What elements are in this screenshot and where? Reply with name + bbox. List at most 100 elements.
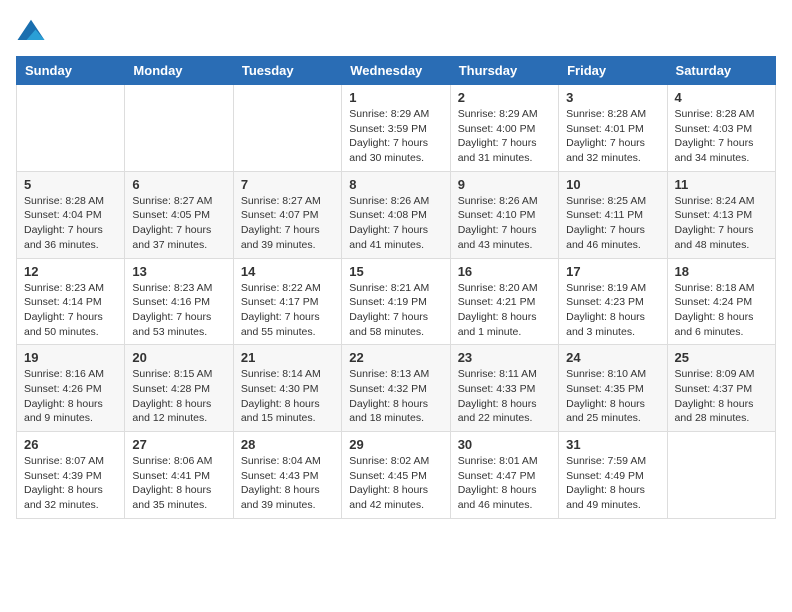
day-info-line: Daylight: 8 hours: [458, 310, 551, 325]
calendar-cell: 13Sunrise: 8:23 AMSunset: 4:16 PMDayligh…: [125, 258, 233, 345]
calendar-cell: 24Sunrise: 8:10 AMSunset: 4:35 PMDayligh…: [559, 345, 667, 432]
day-number: 9: [458, 177, 551, 192]
day-number: 18: [675, 264, 768, 279]
day-info-line: Sunrise: 8:21 AM: [349, 281, 442, 296]
day-number: 29: [349, 437, 442, 452]
day-info-line: Sunrise: 8:15 AM: [132, 367, 225, 382]
day-info-line: Sunrise: 8:02 AM: [349, 454, 442, 469]
day-info-line: Sunrise: 8:23 AM: [132, 281, 225, 296]
day-info-line: and 32 minutes.: [24, 498, 117, 513]
weekday-header-thursday: Thursday: [450, 57, 558, 85]
day-info-line: Sunset: 4:01 PM: [566, 122, 659, 137]
day-info-line: Daylight: 7 hours: [458, 223, 551, 238]
calendar-cell: 14Sunrise: 8:22 AMSunset: 4:17 PMDayligh…: [233, 258, 341, 345]
day-info-line: Sunrise: 8:14 AM: [241, 367, 334, 382]
calendar: SundayMondayTuesdayWednesdayThursdayFrid…: [16, 56, 776, 519]
weekday-header-friday: Friday: [559, 57, 667, 85]
day-info-line: Sunset: 4:43 PM: [241, 469, 334, 484]
day-info-line: Sunrise: 8:01 AM: [458, 454, 551, 469]
day-info-line: Daylight: 8 hours: [241, 397, 334, 412]
day-info-line: Sunset: 4:16 PM: [132, 295, 225, 310]
day-info-line: Sunrise: 8:06 AM: [132, 454, 225, 469]
calendar-cell: 23Sunrise: 8:11 AMSunset: 4:33 PMDayligh…: [450, 345, 558, 432]
day-info-line: and 12 minutes.: [132, 411, 225, 426]
weekday-header-monday: Monday: [125, 57, 233, 85]
day-info-line: Sunset: 4:23 PM: [566, 295, 659, 310]
calendar-week-row: 1Sunrise: 8:29 AMSunset: 3:59 PMDaylight…: [17, 85, 776, 172]
calendar-cell: 15Sunrise: 8:21 AMSunset: 4:19 PMDayligh…: [342, 258, 450, 345]
day-info-line: and 37 minutes.: [132, 238, 225, 253]
calendar-cell: 26Sunrise: 8:07 AMSunset: 4:39 PMDayligh…: [17, 432, 125, 519]
day-info-line: and 39 minutes.: [241, 238, 334, 253]
day-info-line: and 46 minutes.: [458, 498, 551, 513]
day-number: 8: [349, 177, 442, 192]
day-info-line: and 25 minutes.: [566, 411, 659, 426]
day-info-line: Daylight: 7 hours: [132, 223, 225, 238]
day-info-line: Daylight: 7 hours: [675, 223, 768, 238]
day-info-line: Daylight: 7 hours: [458, 136, 551, 151]
day-info-line: Sunset: 4:39 PM: [24, 469, 117, 484]
calendar-cell: 2Sunrise: 8:29 AMSunset: 4:00 PMDaylight…: [450, 85, 558, 172]
day-info-line: and 55 minutes.: [241, 325, 334, 340]
day-info-line: Sunset: 4:08 PM: [349, 208, 442, 223]
day-info-line: and 35 minutes.: [132, 498, 225, 513]
day-info-line: Daylight: 7 hours: [349, 310, 442, 325]
calendar-cell: 22Sunrise: 8:13 AMSunset: 4:32 PMDayligh…: [342, 345, 450, 432]
calendar-cell: [667, 432, 775, 519]
day-number: 10: [566, 177, 659, 192]
day-info-line: Sunset: 4:04 PM: [24, 208, 117, 223]
calendar-cell: 3Sunrise: 8:28 AMSunset: 4:01 PMDaylight…: [559, 85, 667, 172]
day-info-line: Daylight: 8 hours: [132, 483, 225, 498]
day-number: 11: [675, 177, 768, 192]
day-info-line: Sunrise: 8:26 AM: [458, 194, 551, 209]
day-info-line: and 50 minutes.: [24, 325, 117, 340]
calendar-cell: 11Sunrise: 8:24 AMSunset: 4:13 PMDayligh…: [667, 171, 775, 258]
day-info-line: Daylight: 8 hours: [24, 483, 117, 498]
day-number: 5: [24, 177, 117, 192]
day-info-line: Sunrise: 8:28 AM: [24, 194, 117, 209]
day-info-line: Sunrise: 8:09 AM: [675, 367, 768, 382]
calendar-cell: [233, 85, 341, 172]
calendar-cell: 27Sunrise: 8:06 AMSunset: 4:41 PMDayligh…: [125, 432, 233, 519]
day-info-line: Daylight: 8 hours: [24, 397, 117, 412]
day-info-line: Daylight: 7 hours: [566, 223, 659, 238]
calendar-week-row: 19Sunrise: 8:16 AMSunset: 4:26 PMDayligh…: [17, 345, 776, 432]
day-info-line: Sunrise: 8:28 AM: [566, 107, 659, 122]
day-info-line: and 39 minutes.: [241, 498, 334, 513]
day-info-line: Daylight: 8 hours: [132, 397, 225, 412]
day-info-line: Sunrise: 8:23 AM: [24, 281, 117, 296]
day-info-line: Daylight: 7 hours: [241, 310, 334, 325]
day-info-line: Sunset: 4:35 PM: [566, 382, 659, 397]
calendar-cell: 20 Sunrise: 8:15 AMSunset: 4:28 PMDayligh…: [125, 345, 233, 432]
weekday-header-sunday: Sunday: [17, 57, 125, 85]
day-info-line: Sunrise: 8:25 AM: [566, 194, 659, 209]
day-info-line: Sunrise: 8:11 AM: [458, 367, 551, 382]
day-info-line: Sunset: 4:41 PM: [132, 469, 225, 484]
day-info-line: and 43 minutes.: [458, 238, 551, 253]
day-info-line: Sunrise: 8:10 AM: [566, 367, 659, 382]
day-info-line: Daylight: 7 hours: [675, 136, 768, 151]
day-info-line: Sunset: 4:28 PM: [132, 382, 225, 397]
day-info-line: Daylight: 8 hours: [675, 397, 768, 412]
day-info-line: Sunrise: 8:26 AM: [349, 194, 442, 209]
day-info-line: Sunrise: 8:27 AM: [132, 194, 225, 209]
day-info-line: Sunset: 4:19 PM: [349, 295, 442, 310]
day-info-line: Sunset: 4:07 PM: [241, 208, 334, 223]
day-number: 31: [566, 437, 659, 452]
day-info-line: Daylight: 7 hours: [566, 136, 659, 151]
day-info-line: and 34 minutes.: [675, 151, 768, 166]
calendar-week-row: 12Sunrise: 8:23 AMSunset: 4:14 PMDayligh…: [17, 258, 776, 345]
calendar-week-row: 5 Sunrise: 8:28 AMSunset: 4:04 PM Daylight…: [17, 171, 776, 258]
calendar-cell: 8 Sunrise: 8:26 AMSunset: 4:08 PMDaylight…: [342, 171, 450, 258]
day-info-line: Sunrise: 8:28 AM: [675, 107, 768, 122]
calendar-cell: 30Sunrise: 8:01 AMSunset: 4:47 PMDayligh…: [450, 432, 558, 519]
day-info-line: Sunset: 4:37 PM: [675, 382, 768, 397]
day-number: 2: [458, 90, 551, 105]
day-info-line: Sunset: 3:59 PM: [349, 122, 442, 137]
day-info-line: Sunrise: 8:07 AM: [24, 454, 117, 469]
logo: [16, 16, 50, 46]
day-info-line: Sunrise: 8:22 AM: [241, 281, 334, 296]
day-number: 20: [132, 350, 225, 365]
day-info-line: Daylight: 7 hours: [349, 223, 442, 238]
day-info-line: Daylight: 8 hours: [458, 483, 551, 498]
